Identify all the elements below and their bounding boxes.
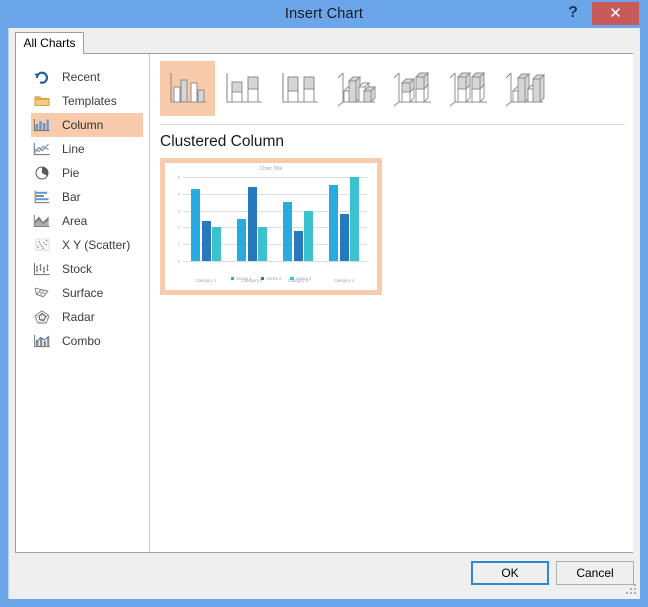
insert-chart-dialog: Insert Chart ? ✕ All Charts Recent Templa… [0,0,648,607]
preview-title: Clustered Column [160,133,285,150]
content-panel: Recent Templates Column Line Pie Bar Area X Y (… [15,53,633,553]
chart-title: Chart Title [259,166,283,172]
help-icon[interactable]: ? [561,1,585,25]
chart-bar [339,213,349,261]
sidebar-item-label: Bar [62,190,81,204]
chart-type-icon-row [160,61,630,116]
sidebar-item-x-y-scatter[interactable]: X Y (Scatter) [31,233,143,257]
3d-stacked-column-icon[interactable] [384,61,439,116]
sidebar-item-recent[interactable]: Recent [31,65,143,89]
sidebar-item-label: Column [62,118,104,132]
y-axis-tick-label: 5 [177,174,180,180]
y-axis-tick-label: 0 [177,258,180,264]
legend-swatch [290,276,294,281]
stacked-column-icon[interactable] [216,61,271,116]
sidebar-item-label: Area [62,214,88,228]
100-stacked-column-icon[interactable] [272,61,327,116]
sidebar-item-line[interactable]: Line [31,137,143,161]
sidebar-item-label: Stock [62,262,93,276]
sidebar-item-label: Radar [62,310,95,324]
stock-icon [31,259,53,279]
chart-preview-thumbnail[interactable]: Chart Title 0 1 2 3 4 5 Category 1 Category 2 Ca… [160,158,382,295]
legend-swatch [260,276,265,281]
radar-icon [31,307,53,327]
sidebar-item-stock[interactable]: Stock [31,257,143,281]
chart-bar [293,230,303,261]
surface-icon [31,283,53,303]
chart-bar [191,188,200,261]
chart-preview-canvas: Chart Title 0 1 2 3 4 5 Category 1 Category 2 Ca… [165,163,377,290]
cancel-button[interactable]: Cancel [556,561,634,585]
chart-category-sidebar: Recent Templates Column Line Pie Bar Area X Y (… [16,54,150,552]
chart-plot-area: 0 1 2 3 4 5 Category 1 Category 2 Category 3 Cate… [178,175,367,283]
sidebar-item-area[interactable]: Area [31,209,143,233]
close-button[interactable]: ✕ [592,2,639,25]
chart-bar [247,187,257,261]
sidebar-item-label: Combo [62,334,101,348]
sidebar-item-label: Templates [62,94,117,108]
chart-bar [201,220,211,261]
chart-bar [283,202,292,261]
recent-icon [31,67,53,87]
chart-bar [212,227,221,261]
close-icon: ✕ [609,5,622,22]
combo-icon [31,331,53,351]
chart-bar [304,210,313,261]
gridline [183,261,367,262]
column-icon [31,115,53,135]
dialog-title: Insert Chart [284,6,364,22]
sidebar-item-radar[interactable]: Radar [31,305,143,329]
sidebar-item-label: Pie [62,166,80,180]
legend-item: Series 1 [230,276,252,281]
tab-strip: All Charts [9,28,641,54]
dialog-body: All Charts Recent Templates Column Line Pie B… [8,28,640,599]
clustered-column-icon[interactable] [160,61,215,116]
chart-bar [237,219,246,261]
chart-bar [258,227,267,261]
tab-all-charts[interactable]: All Charts [15,32,84,54]
sidebar-item-surface[interactable]: Surface [31,281,143,305]
pie-icon [31,163,53,183]
3d-100-stacked-column-icon[interactable] [440,61,495,116]
sidebar-item-pie[interactable]: Pie [31,161,143,185]
y-axis-tick-label: 2 [177,224,180,230]
resize-grip[interactable] [626,584,638,596]
legend-label: Series 1 [236,276,252,281]
chart-legend: Series 1 Series 2 Series 3 [165,276,377,281]
sidebar-item-column[interactable]: Column [31,113,143,137]
legend-label: Series 2 [266,276,282,281]
folder-icon [31,91,53,111]
chart-bar [350,177,359,261]
bar-icon [31,187,53,207]
dialog-footer: OK Cancel [9,554,641,599]
y-axis-tick-label: 3 [177,208,180,214]
y-axis-tick-label: 4 [177,191,180,197]
gridline [183,193,367,195]
divider [160,124,625,125]
legend-swatch [230,276,235,281]
sidebar-item-label: Line [62,142,85,156]
title-bar[interactable]: Insert Chart ? ✕ [0,0,648,28]
gridline [183,177,367,178]
scatter-icon [31,235,53,255]
line-icon [31,139,53,159]
sidebar-item-label: Surface [62,286,104,300]
sidebar-item-templates[interactable]: Templates [31,89,143,113]
area-icon [31,211,53,231]
3d-clustered-column-icon[interactable] [328,61,383,116]
ok-button[interactable]: OK [471,561,549,585]
sidebar-item-bar[interactable]: Bar [31,185,143,209]
legend-item: Series 3 [290,276,311,281]
chart-bar [329,185,338,261]
3d-column-icon[interactable] [496,61,551,116]
legend-label: Series 3 [295,276,312,281]
sidebar-item-label: X Y (Scatter) [62,238,131,252]
sidebar-item-combo[interactable]: Combo [31,329,143,353]
y-axis-tick-label: 1 [177,241,180,247]
chart-type-pane: Clustered Column Chart Title 0 1 2 3 4 5 Categ… [151,54,633,552]
legend-item: Series 2 [260,276,282,281]
gridline [183,210,367,212]
sidebar-item-label: Recent [62,70,101,84]
